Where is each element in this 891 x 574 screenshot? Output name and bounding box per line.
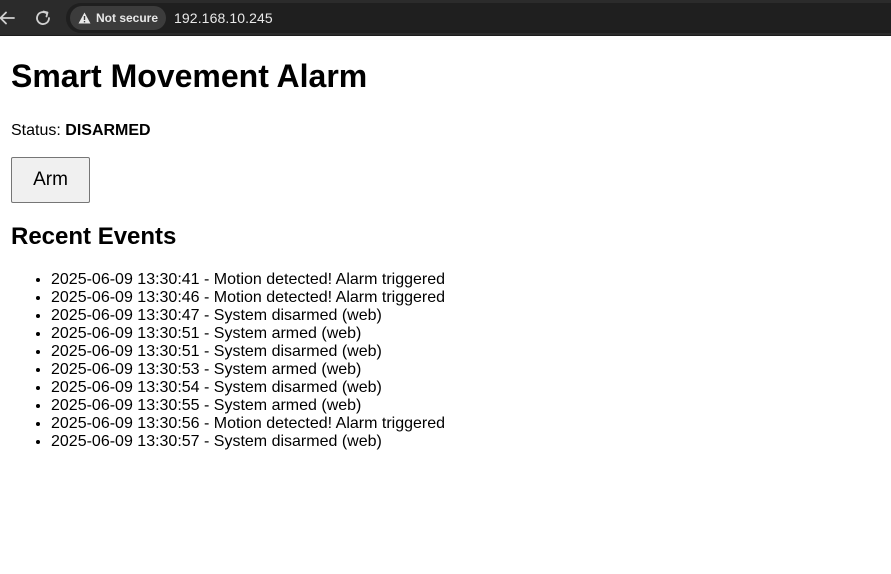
- security-label: Not secure: [96, 11, 159, 25]
- security-indicator[interactable]: Not secure: [70, 6, 167, 30]
- event-item: 2025-06-09 13:30:57 - System disarmed (w…: [51, 433, 880, 451]
- event-item: 2025-06-09 13:30:54 - System disarmed (w…: [51, 379, 880, 397]
- event-item: 2025-06-09 13:30:55 - System armed (web): [51, 397, 880, 415]
- status-line: Status: DISARMED: [11, 122, 880, 140]
- page-title: Smart Movement Alarm: [11, 58, 368, 94]
- event-item: 2025-06-09 13:30:41 - Motion detected! A…: [51, 271, 880, 289]
- warning-triangle-icon: [78, 12, 91, 24]
- event-item: 2025-06-09 13:30:51 - System armed (web): [51, 325, 880, 343]
- event-item: 2025-06-09 13:30:53 - System armed (web): [51, 361, 880, 379]
- address-bar[interactable]: Not secure 192.168.10.245: [66, 3, 891, 33]
- page-content: Smart Movement Alarm Status: DISARMED Ar…: [0, 58, 891, 451]
- event-item: 2025-06-09 13:30:51 - System disarmed (w…: [51, 343, 880, 361]
- reload-icon: [36, 10, 50, 25]
- status-value: DISARMED: [65, 122, 151, 139]
- events-heading: Recent Events: [11, 223, 177, 250]
- reload-button[interactable]: [32, 7, 54, 29]
- event-item: 2025-06-09 13:30:56 - Motion detected! A…: [51, 415, 880, 433]
- back-arrow-icon: [0, 11, 15, 25]
- browser-toolbar: Not secure 192.168.10.245: [0, 0, 891, 36]
- status-label: Status:: [11, 122, 61, 139]
- arm-button[interactable]: Arm: [11, 157, 90, 203]
- url-text[interactable]: 192.168.10.245: [174, 10, 273, 26]
- event-item: 2025-06-09 13:30:47 - System disarmed (w…: [51, 307, 880, 325]
- back-button[interactable]: [0, 7, 18, 29]
- event-item: 2025-06-09 13:30:46 - Motion detected! A…: [51, 289, 880, 307]
- events-list: 2025-06-09 13:30:41 - Motion detected! A…: [11, 271, 880, 451]
